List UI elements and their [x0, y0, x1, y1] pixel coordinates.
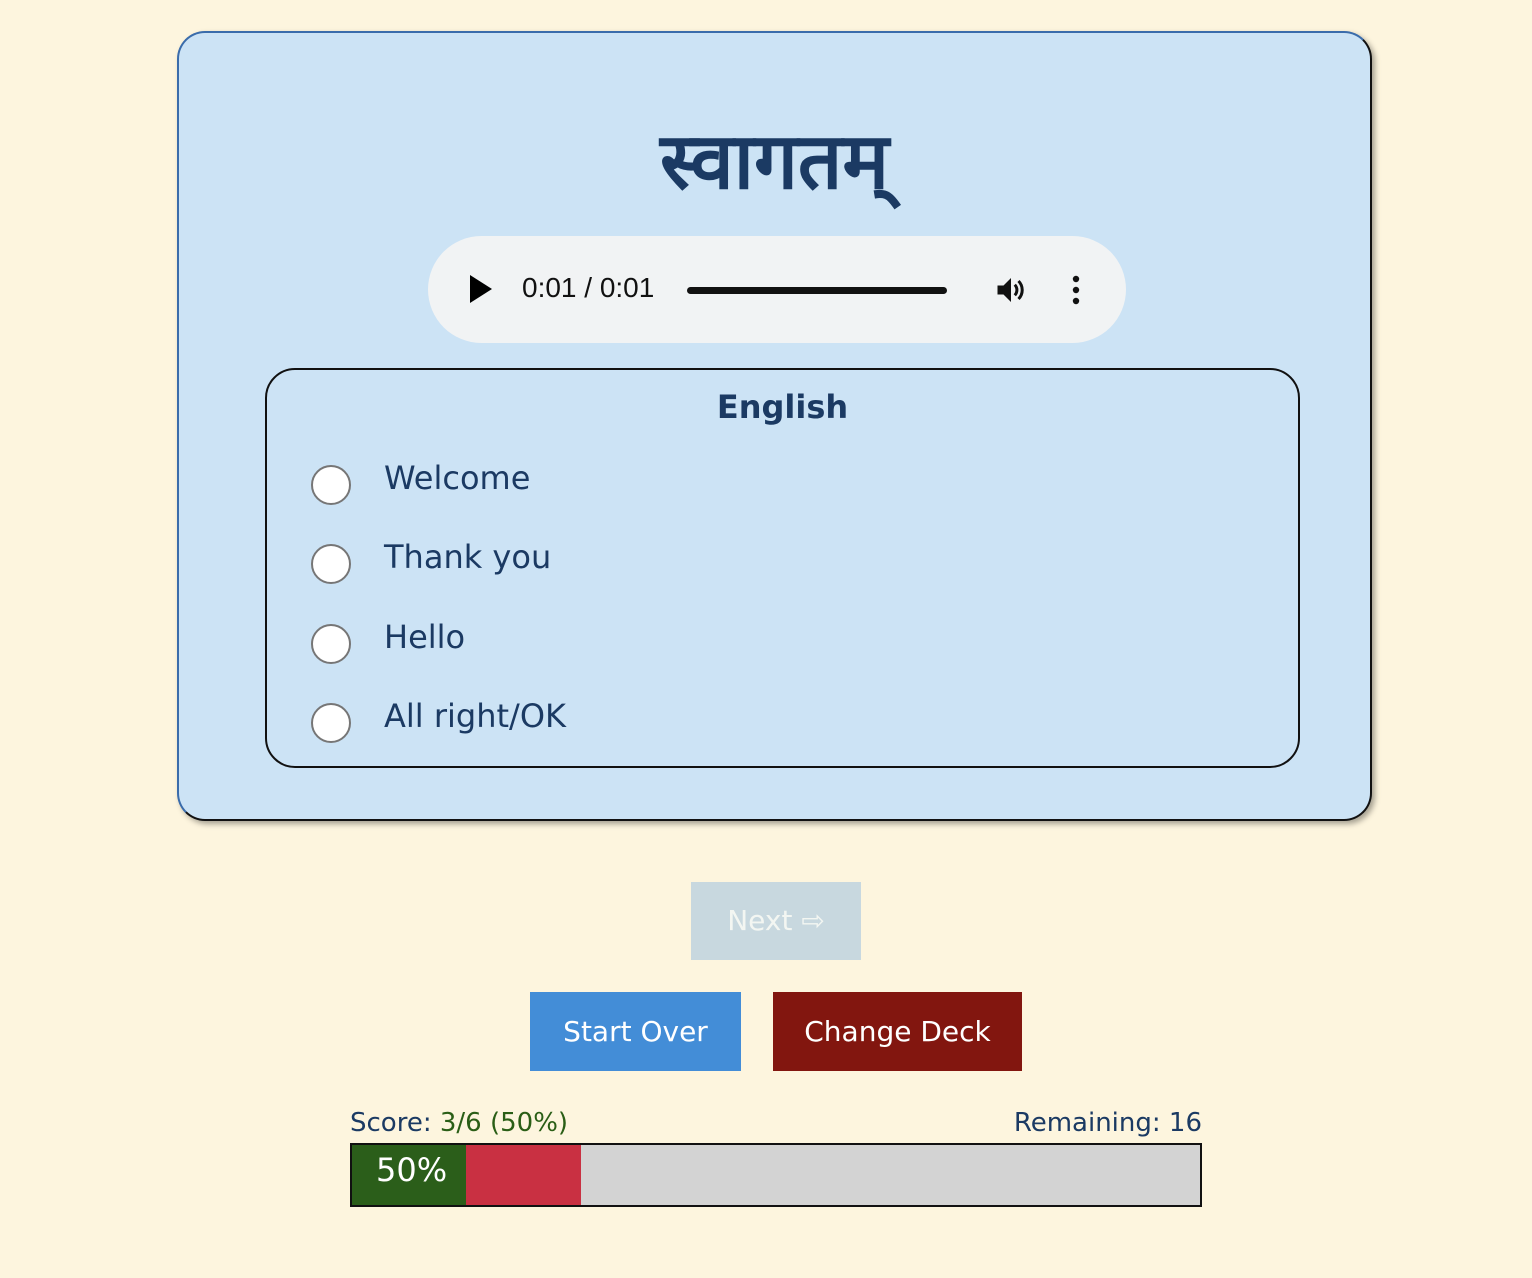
- sanskrit-word: स्वागतम्: [660, 117, 889, 207]
- radio-button[interactable]: [311, 465, 351, 505]
- radio-button[interactable]: [311, 703, 351, 743]
- option-label[interactable]: All right/OK: [384, 697, 566, 735]
- start-over-button[interactable]: Start Over: [530, 992, 741, 1071]
- next-button[interactable]: Next ⇨: [691, 882, 861, 960]
- volume-icon[interactable]: [993, 272, 1029, 308]
- change-deck-button[interactable]: Change Deck: [773, 992, 1022, 1071]
- play-icon[interactable]: [470, 275, 492, 303]
- score-label: Score:: [350, 1108, 432, 1138]
- progress-bar: 50%: [350, 1143, 1202, 1207]
- option-hello[interactable]: Hello: [311, 618, 911, 668]
- flashcard: स्वागतम् 0:01 / 0:01 English Welcome Tha…: [177, 31, 1372, 821]
- option-label[interactable]: Hello: [384, 618, 465, 656]
- radio-button[interactable]: [311, 544, 351, 584]
- audio-player: 0:01 / 0:01: [428, 236, 1126, 343]
- option-all-right[interactable]: All right/OK: [311, 697, 911, 747]
- answer-options: English Welcome Thank you Hello All righ…: [265, 368, 1300, 768]
- audio-seek-bar[interactable]: [687, 287, 947, 294]
- progress-wrong-segment: [466, 1145, 581, 1205]
- audio-time: 0:01 / 0:01: [522, 272, 655, 303]
- progress-percent-label: 50%: [376, 1151, 448, 1189]
- option-label[interactable]: Thank you: [384, 538, 551, 576]
- remaining-count: Remaining: 16: [1013, 1108, 1202, 1138]
- options-legend: English: [716, 388, 849, 426]
- score-text: Score: 3/6 (50%): [350, 1108, 568, 1138]
- score-row: Score: 3/6 (50%) Remaining: 16: [350, 1108, 1202, 1142]
- progress-correct-segment: 50%: [352, 1145, 467, 1205]
- option-label[interactable]: Welcome: [384, 459, 530, 497]
- more-options-icon[interactable]: [1061, 274, 1091, 306]
- score-value: 3/6 (50%): [439, 1108, 569, 1138]
- option-welcome[interactable]: Welcome: [311, 459, 911, 509]
- radio-button[interactable]: [311, 624, 351, 664]
- option-thank-you[interactable]: Thank you: [311, 538, 911, 588]
